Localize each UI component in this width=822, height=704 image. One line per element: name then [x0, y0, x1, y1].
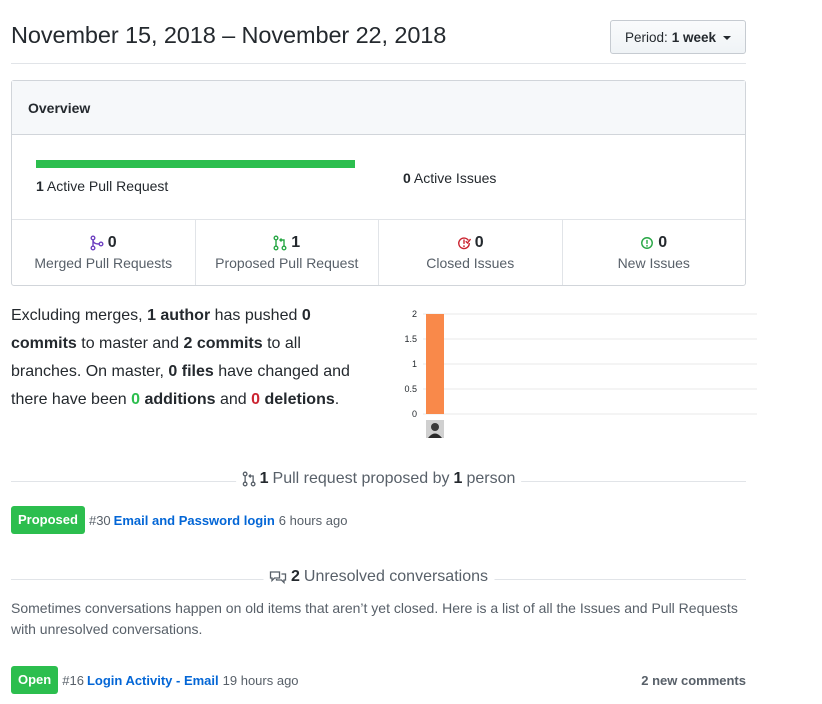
additions-label: additions: [140, 391, 216, 408]
commits-by-author-chart: 0 0.5 1 1.5 2: [404, 309, 757, 438]
active-issues-label: Active Issues: [413, 170, 497, 186]
git-merge-icon: [90, 235, 104, 251]
additions-count: 0: [131, 391, 140, 408]
period-dropdown-button[interactable]: Period: 1 week: [610, 20, 746, 54]
issue-opened-icon: [641, 237, 654, 249]
deletions-count: 0: [251, 391, 261, 408]
pulse-header: November 15, 2018 – November 22, 2018 Pe…: [11, 0, 746, 64]
summary-text-7: .: [334, 391, 340, 408]
author-count: 1 author: [147, 307, 211, 324]
stat-merged-pull-requests[interactable]: 0 Merged Pull Requests: [12, 220, 196, 285]
issue-time: 19 hours ago: [222, 672, 299, 688]
chart-y-tick-label: 1.5: [404, 334, 417, 344]
conversations-heading: 2 Unresolved conversations: [11, 566, 746, 592]
proposed-count: 1: [291, 234, 301, 251]
pr-person-count: 1: [453, 470, 463, 487]
overview-stats: 0 Merged Pull Requests 1 Proposed Pull R…: [12, 220, 745, 285]
active-pr-count: 1: [36, 178, 44, 194]
period-value: 1 week: [671, 29, 717, 45]
overview-title: Overview: [12, 81, 745, 135]
date-range-title: November 15, 2018 – November 22, 2018: [11, 22, 447, 48]
stat-new-issues[interactable]: 0 New Issues: [563, 220, 746, 285]
git-pull-request-icon: [242, 471, 256, 487]
issue-number: #16: [62, 672, 84, 688]
overview-panel: Overview 1 Active Pull Request 0 Active …: [11, 80, 746, 286]
conversations-count: 2: [291, 568, 300, 585]
pr-title-link[interactable]: Email and Password login: [114, 513, 275, 528]
chart-y-tick-label: 2: [412, 309, 417, 319]
chart-y-tick-label: 0.5: [404, 384, 417, 394]
author-avatar: [426, 420, 444, 438]
summary-text-2: has pushed: [210, 307, 302, 324]
new-issues-label: New Issues: [617, 255, 690, 271]
pr-time: 6 hours ago: [278, 512, 348, 528]
issue-closed-icon: [457, 237, 471, 250]
pr-count: 1: [259, 470, 269, 487]
files-changed: 0 files: [168, 363, 214, 380]
new-comments-count[interactable]: 2 new comments: [641, 673, 746, 688]
conversation-item: Open #16 Login Activity - Email 19 hours…: [11, 666, 746, 694]
conversations-label: Unresolved conversations: [303, 568, 488, 585]
stat-closed-issues[interactable]: 0 Closed Issues: [379, 220, 563, 285]
commit-summary: Excluding merges, 1 author has pushed 0 …: [11, 302, 366, 414]
active-issues-count: 0: [403, 170, 411, 186]
git-pull-request-icon: [273, 235, 287, 251]
summary-text-1: Excluding merges,: [11, 307, 148, 324]
caret-down-icon: [723, 36, 732, 40]
pull-requests-heading: 1 Pull request proposed by 1 person: [11, 468, 746, 494]
active-pr-label: Active Pull Request: [46, 178, 169, 194]
proposed-label: Proposed Pull Request: [215, 255, 359, 271]
status-badge: Proposed: [11, 506, 85, 534]
overview-activity: 1 Active Pull Request 0 Active Issues: [12, 135, 745, 220]
summary-text-3: to master and: [76, 335, 184, 352]
chart-bar: [426, 314, 444, 414]
chart-y-tick-label: 0: [412, 409, 417, 419]
merged-count: 0: [107, 234, 117, 251]
summary-text-6: and: [215, 391, 252, 408]
pr-label: Pull request proposed by: [272, 470, 450, 487]
conversations-note: Sometimes conversations happen on old it…: [11, 600, 738, 637]
pr-number: #30: [88, 512, 111, 528]
active-pr-progress-bar: [36, 160, 355, 168]
closed-label: Closed Issues: [426, 255, 515, 271]
active-pull-requests-link[interactable]: 1 Active Pull Request: [36, 178, 168, 194]
merged-label: Merged Pull Requests: [34, 255, 173, 271]
pr-person-label: person: [466, 470, 516, 487]
status-badge: Open: [11, 666, 59, 694]
pull-request-item: Proposed #30 Email and Password login 6 …: [11, 506, 746, 534]
closed-count: 0: [474, 234, 484, 251]
deletions-label: deletions: [260, 391, 335, 408]
commits-all-branches: 2 commits: [183, 335, 263, 352]
comment-discussion-icon: [269, 571, 286, 585]
issue-title-link[interactable]: Login Activity - Email: [87, 673, 219, 688]
active-issues-link[interactable]: 0 Active Issues: [403, 170, 496, 186]
stat-proposed-pull-request[interactable]: 1 Proposed Pull Request: [196, 220, 379, 285]
period-label: Period:: [624, 29, 668, 45]
new-issues-count: 0: [658, 234, 668, 251]
chart-y-tick-label: 1: [412, 359, 417, 369]
